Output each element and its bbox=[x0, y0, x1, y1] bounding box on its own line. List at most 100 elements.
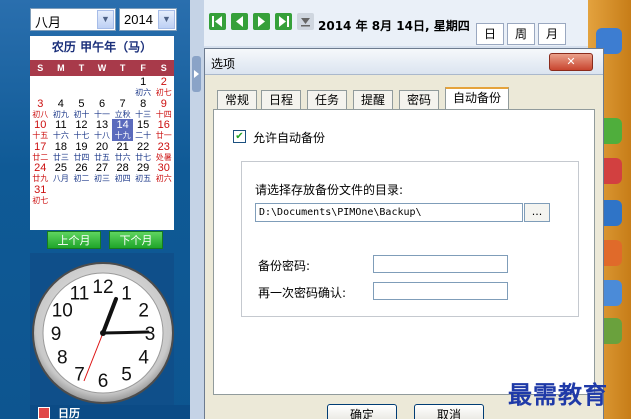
day-number: 29 bbox=[137, 162, 150, 174]
calendar-day[interactable]: 5 初十 bbox=[71, 98, 92, 120]
calendar-day[interactable]: 10 十五 bbox=[30, 119, 51, 141]
calendar-day[interactable]: 23 处暑 bbox=[153, 141, 174, 163]
day-number bbox=[92, 77, 113, 88]
collapse-arrow-icon[interactable] bbox=[192, 56, 201, 92]
calendar-day[interactable]: 12 十七 bbox=[71, 119, 92, 141]
calendar-day[interactable]: 24 廿九 bbox=[30, 162, 51, 184]
weekday-header: T bbox=[78, 63, 85, 73]
previous-icon[interactable] bbox=[231, 13, 248, 30]
calendar-day[interactable]: 15 二十 bbox=[133, 119, 154, 141]
clock-number: 11 bbox=[70, 283, 90, 304]
lunar-day: 十八 bbox=[94, 131, 111, 140]
calendar-day[interactable]: 16 廿一 bbox=[153, 119, 174, 141]
tab-reminders[interactable]: 提醒 bbox=[353, 90, 393, 110]
cancel-button[interactable]: 取消 bbox=[414, 404, 484, 419]
panel-splitter[interactable] bbox=[190, 0, 204, 419]
tab-password[interactable]: 密码 bbox=[399, 90, 439, 110]
day-number: 5 bbox=[78, 97, 85, 110]
dialog-titlebar[interactable]: 选项 ✕ bbox=[205, 49, 603, 75]
calendar-day[interactable]: 22 廿七 bbox=[133, 141, 154, 163]
view-tab-day[interactable]: 日 bbox=[476, 23, 504, 45]
calendar-day[interactable]: 6 十一 bbox=[92, 98, 113, 120]
clock-number: 2 bbox=[138, 301, 149, 322]
view-tab-week[interactable]: 周 bbox=[507, 23, 535, 45]
calendar-day[interactable]: 30 初六 bbox=[153, 162, 174, 184]
day-number bbox=[30, 77, 51, 88]
close-button[interactable]: ✕ bbox=[549, 53, 593, 71]
watermark: 最需教育 bbox=[508, 380, 608, 409]
minute-hand bbox=[101, 330, 150, 335]
calendar-day[interactable]: 2 初七 bbox=[153, 76, 174, 98]
first-page-icon[interactable] bbox=[209, 13, 226, 30]
calendar-day[interactable]: 29 初五 bbox=[133, 162, 154, 184]
tab-auto-backup[interactable]: 自动备份 bbox=[445, 87, 509, 110]
calendar-week-row: 10 十五 11 十六 12 十七 13 十八 14 十九 15 二十 16 廿一 bbox=[30, 119, 174, 141]
calendar-day[interactable]: 31 初七 bbox=[30, 184, 51, 206]
calendar-day[interactable]: 25 八月 bbox=[51, 162, 72, 184]
calendar-day[interactable]: 9 十四 bbox=[153, 98, 174, 120]
next-month-button[interactable]: 下个月 bbox=[109, 231, 163, 249]
lunar-day: 初四 bbox=[114, 174, 131, 183]
day-number: 12 bbox=[75, 119, 88, 131]
calendar-day bbox=[71, 76, 92, 98]
day-number: 23 bbox=[157, 140, 170, 153]
tab-tasks[interactable]: 任务 bbox=[307, 90, 347, 110]
calendar-icon bbox=[38, 407, 50, 419]
backup-dir-input[interactable]: D:\Documents\PIMOne\Backup\ bbox=[255, 203, 523, 222]
day-number: 20 bbox=[95, 140, 109, 153]
calendar-day[interactable]: 18 廿三 bbox=[51, 141, 72, 163]
last-page-icon[interactable] bbox=[275, 13, 292, 30]
chevron-down-icon[interactable]: ▼ bbox=[97, 10, 114, 29]
lunar-day: 十六 bbox=[52, 131, 69, 140]
tab-schedule[interactable]: 日程 bbox=[261, 90, 301, 110]
month-select[interactable]: 八月 ▼ bbox=[30, 8, 116, 31]
calendar-day[interactable]: 8 十三 bbox=[133, 98, 154, 120]
calendar-day[interactable]: 7 立秋 bbox=[112, 98, 133, 120]
year-select[interactable]: 2014 ▼ bbox=[119, 8, 177, 31]
view-tab-month[interactable]: 月 bbox=[538, 23, 566, 45]
next-icon[interactable] bbox=[253, 13, 270, 30]
lunar-day: 廿三 bbox=[52, 152, 69, 162]
calendar-day[interactable]: 1 初六 bbox=[133, 76, 154, 98]
lunar-day: 十九 bbox=[114, 131, 131, 140]
month-select-value: 八月 bbox=[35, 15, 62, 30]
day-number bbox=[71, 77, 92, 88]
calendar-day[interactable]: 19 廿四 bbox=[71, 141, 92, 163]
today-icon[interactable] bbox=[297, 13, 314, 30]
day-number: 1 bbox=[140, 76, 147, 88]
calendar-day[interactable]: 20 廿五 bbox=[92, 141, 113, 163]
auto-backup-checkbox[interactable]: ✔ bbox=[233, 130, 246, 143]
lunar-day: 初七 bbox=[32, 195, 49, 205]
calendar-week-row: 3 初八 4 初九 5 初十 6 十一 7 立秋 8 十三 9 十四 bbox=[30, 98, 174, 120]
browse-button[interactable]: ... bbox=[524, 203, 550, 222]
lunar-day: 初二 bbox=[73, 174, 90, 183]
day-number bbox=[71, 185, 92, 196]
day-number bbox=[112, 77, 133, 88]
calendar-day[interactable]: 21 廿六 bbox=[112, 141, 133, 163]
calendar-day[interactable]: 4 初九 bbox=[51, 98, 72, 120]
calendar-day[interactable]: 3 初八 bbox=[30, 98, 51, 120]
day-number bbox=[92, 185, 113, 196]
calendar-day[interactable]: 27 初三 bbox=[92, 162, 113, 184]
lunar-day: 立秋 bbox=[114, 109, 131, 119]
confirm-password-input[interactable] bbox=[373, 282, 508, 300]
calendar-day[interactable]: 13 十八 bbox=[92, 119, 113, 141]
prev-month-button[interactable]: 上个月 bbox=[47, 231, 101, 249]
calendar-day[interactable]: 26 初二 bbox=[71, 162, 92, 184]
backup-password-input[interactable] bbox=[373, 255, 508, 273]
day-number: 21 bbox=[116, 140, 129, 153]
day-number: 8 bbox=[140, 97, 147, 110]
auto-backup-label: 允许自动备份 bbox=[253, 131, 326, 145]
day-number: 22 bbox=[137, 140, 150, 153]
calendar-day[interactable]: 14 十九 bbox=[112, 119, 133, 141]
weekday-header: S bbox=[160, 63, 167, 73]
calendar-day[interactable]: 17 廿二 bbox=[30, 141, 51, 163]
calendar-day[interactable]: 28 初四 bbox=[112, 162, 133, 184]
day-number: 31 bbox=[34, 183, 47, 196]
ok-button[interactable]: 确定 bbox=[327, 404, 397, 419]
lunar-day: 初六 bbox=[155, 174, 172, 183]
chevron-down-icon[interactable]: ▼ bbox=[158, 10, 175, 29]
calendar-bottom-bar[interactable]: 日历 bbox=[30, 405, 190, 419]
calendar-day[interactable]: 11 十六 bbox=[51, 119, 72, 141]
tab-general[interactable]: 常规 bbox=[217, 90, 257, 110]
